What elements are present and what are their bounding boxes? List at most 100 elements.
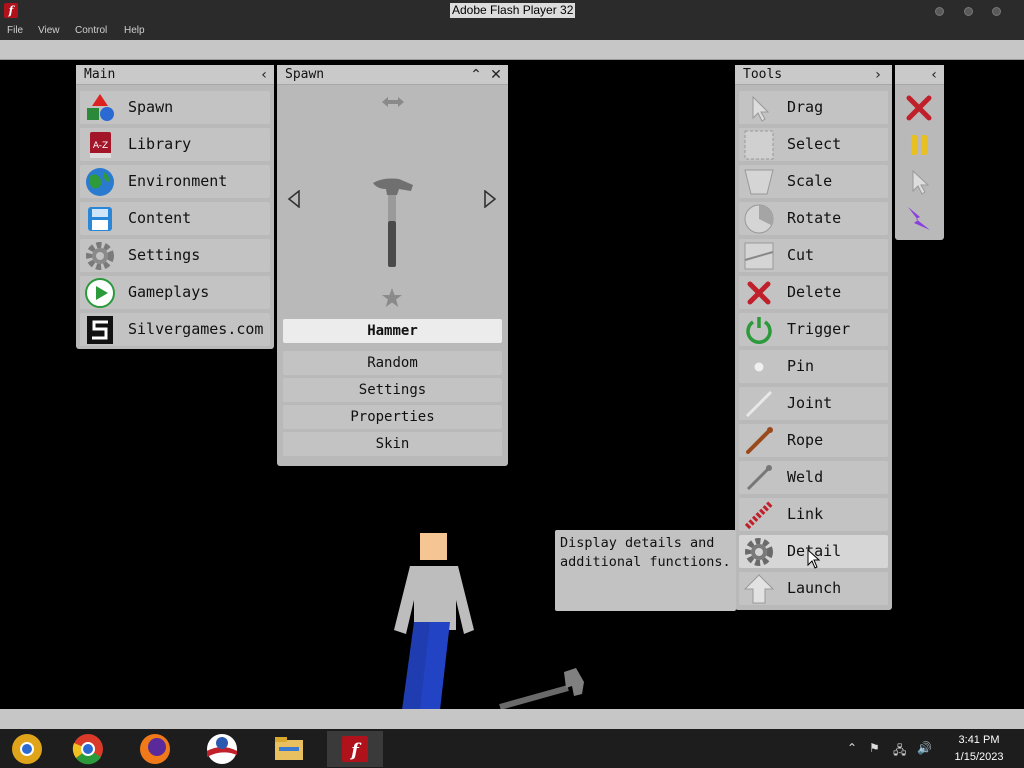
tool-drag[interactable]: Drag [739, 91, 888, 124]
menu-view[interactable]: View [38, 25, 60, 36]
network-icon[interactable]: 🖧 [893, 741, 906, 762]
select-box-icon [744, 130, 774, 160]
tool-label: Delete [787, 283, 842, 301]
main-item-spawn[interactable]: Spawn [80, 91, 270, 124]
file-explorer-icon[interactable] [269, 731, 309, 767]
tool-trigger[interactable]: Trigger [739, 313, 888, 346]
volume-icon[interactable]: 🔊 [917, 741, 932, 755]
chrome-canary-icon[interactable] [7, 731, 47, 767]
menu-bar: File View Control Help [0, 22, 1024, 40]
tool-label: Joint [787, 394, 833, 412]
obama-logo-icon[interactable] [202, 731, 242, 767]
next-arrow-icon[interactable] [483, 190, 497, 208]
tool-label: Select [787, 135, 842, 153]
tool-label: Launch [787, 579, 842, 597]
tool-select[interactable]: Select [739, 128, 888, 161]
delete-x-icon [747, 281, 771, 305]
tool-launch[interactable]: Launch [739, 572, 888, 605]
link-chain-icon [744, 500, 774, 530]
tool-label: Drag [787, 98, 824, 116]
main-item-label: Gameplays [128, 283, 210, 301]
skin-button[interactable]: Skin [283, 432, 502, 456]
main-item-settings[interactable]: Settings [80, 239, 270, 272]
tool-cut[interactable]: Cut [739, 239, 888, 272]
lightning-icon[interactable] [904, 203, 934, 233]
hammer-preview-icon [373, 178, 413, 267]
tools-panel: Tools › Drag Select Scale Rotate Cut Del… [735, 65, 892, 610]
main-item-label: Silvergames.com [128, 320, 264, 338]
menu-file[interactable]: File [7, 25, 23, 36]
quick-actions-panel: ‹ [895, 65, 944, 240]
main-item-label: Environment [128, 172, 228, 190]
show-hidden-icons[interactable]: ⌃ [847, 741, 857, 755]
flag-icon[interactable]: ⚑ [869, 741, 880, 755]
main-item-gameplays[interactable]: Gameplays [80, 276, 270, 309]
main-item-silvergames[interactable]: Silvergames.com [80, 313, 270, 346]
tool-joint[interactable]: Joint [739, 387, 888, 420]
tool-link[interactable]: Link [739, 498, 888, 531]
main-item-library[interactable]: A-Z Library [80, 128, 270, 161]
pause-icon[interactable] [904, 130, 934, 160]
rope-icon [746, 427, 773, 454]
spawn-settings-button[interactable]: Settings [283, 378, 502, 402]
pin-dot-icon [754, 362, 764, 372]
favorite-star-icon[interactable] [381, 287, 403, 309]
play-icon [85, 278, 115, 308]
main-panel-header: Main ‹ [76, 65, 274, 85]
main-item-content[interactable]: Content [80, 202, 270, 235]
tool-weld[interactable]: Weld [739, 461, 888, 494]
tool-delete[interactable]: Delete [739, 276, 888, 309]
clock-time[interactable]: 3:41 PM [945, 734, 1013, 746]
gear-icon [745, 538, 773, 566]
chrome-icon[interactable] [68, 731, 108, 767]
tool-label: Trigger [787, 320, 851, 338]
tool-pin[interactable]: Pin [739, 350, 888, 383]
random-button[interactable]: Random [283, 351, 502, 375]
tool-rotate[interactable]: Rotate [739, 202, 888, 235]
flash-app-icon: f [4, 3, 18, 18]
cut-icon [744, 242, 774, 270]
firefox-icon[interactable] [135, 731, 175, 767]
rotate-icon [744, 204, 774, 234]
collapse-chevron-icon[interactable]: ‹ [254, 65, 274, 85]
tool-rope[interactable]: Rope [739, 424, 888, 457]
close-window-button[interactable] [992, 7, 1001, 16]
main-item-label: Spawn [128, 98, 174, 116]
collapse-chevron-icon[interactable]: ‹ [924, 65, 944, 85]
main-panel: Main ‹ Spawn A-Z Library Environment Con… [76, 65, 274, 349]
maximize-button[interactable] [964, 7, 973, 16]
power-icon [746, 317, 772, 344]
tool-label: Cut [787, 246, 815, 264]
mouse-cursor-icon [807, 549, 821, 569]
main-item-environment[interactable]: Environment [80, 165, 270, 198]
main-panel-title: Main [84, 67, 116, 82]
clock-date[interactable]: 1/15/2023 [945, 751, 1013, 763]
menu-control[interactable]: Control [75, 25, 107, 36]
main-item-label: Settings [128, 246, 201, 264]
arrow-up-icon [743, 574, 775, 604]
spawn-panel-header: Spawn ⌃ ✕ [277, 65, 508, 85]
spawn-panel-title: Spawn [285, 67, 325, 82]
scale-icon [744, 169, 774, 195]
cursor-icon[interactable] [904, 167, 934, 197]
menu-help[interactable]: Help [124, 25, 145, 36]
tool-scale[interactable]: Scale [739, 165, 888, 198]
ragdoll-figure [394, 533, 474, 710]
collapse-up-icon[interactable]: ⌃ [466, 65, 486, 85]
flash-player-task[interactable]: f [327, 731, 383, 767]
ground-floor [0, 709, 1024, 729]
properties-button[interactable]: Properties [283, 405, 502, 429]
top-strip [0, 40, 1024, 60]
flip-arrows-icon[interactable] [380, 95, 406, 109]
minimize-button[interactable] [935, 7, 944, 16]
close-icon[interactable]: ✕ [486, 65, 506, 85]
window-title: Adobe Flash Player 32 [450, 3, 576, 18]
gear-icon [86, 242, 114, 270]
library-book-icon: A-Z [90, 132, 111, 158]
tool-label: Rotate [787, 209, 842, 227]
expand-chevron-icon[interactable]: › [868, 65, 888, 85]
prev-arrow-icon[interactable] [287, 190, 301, 208]
selected-item-button[interactable]: Hammer [283, 319, 502, 343]
tools-panel-title: Tools [743, 67, 783, 82]
clear-x-icon[interactable] [904, 93, 934, 123]
